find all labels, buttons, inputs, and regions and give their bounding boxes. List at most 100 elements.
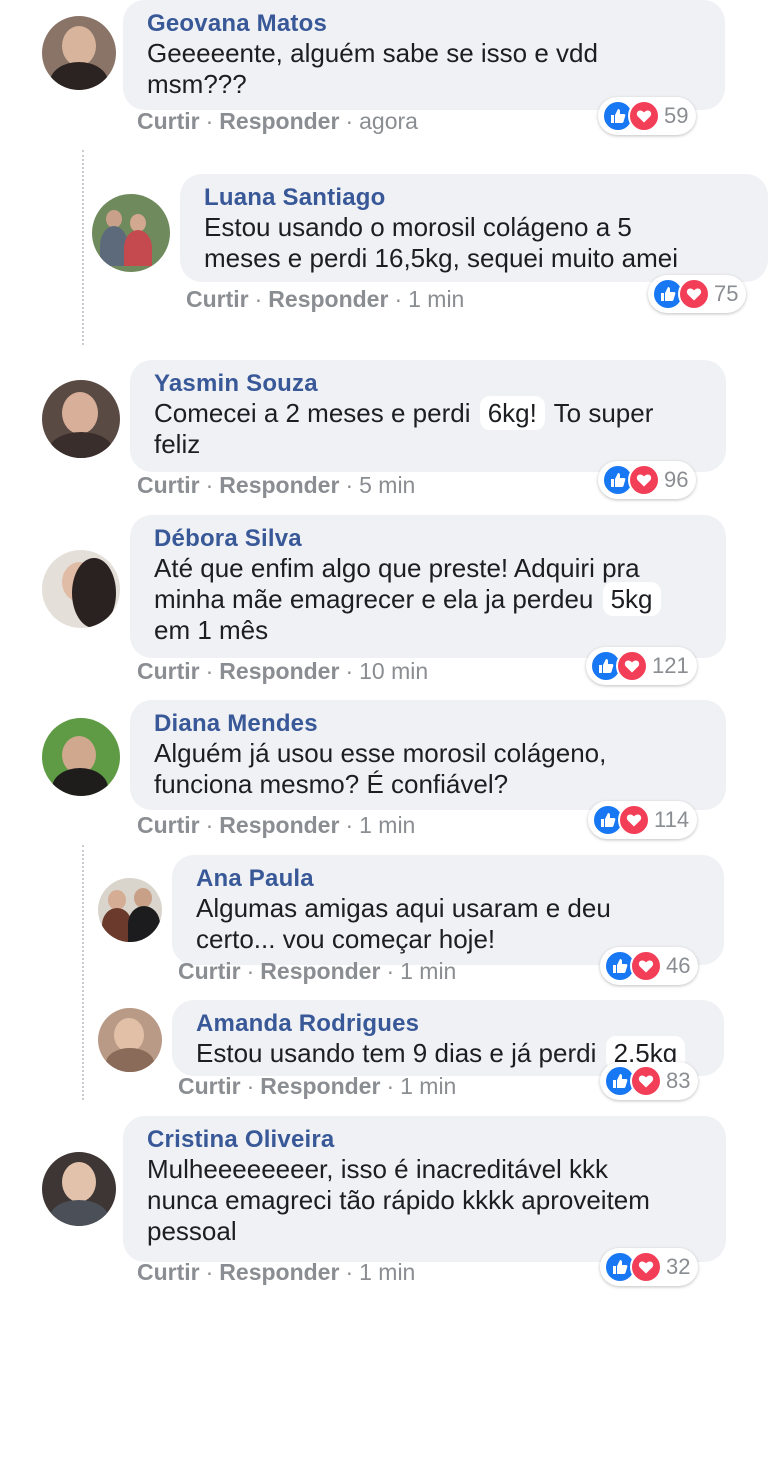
separator: · xyxy=(386,958,395,984)
avatar[interactable] xyxy=(42,1152,116,1226)
reply-button[interactable]: Responder xyxy=(268,286,388,312)
comment-actions: Curtir · Responder · 1 min xyxy=(186,285,464,313)
comment-bubble: Diana Mendes Alguém já usou esse morosil… xyxy=(130,700,726,810)
separator: · xyxy=(205,1259,214,1285)
reaction-count: 32 xyxy=(666,1254,691,1279)
comment-bubble: Débora Silva Até que enfim algo que pres… xyxy=(130,515,726,658)
comment-author[interactable]: Débora Silva xyxy=(154,525,708,553)
avatar[interactable] xyxy=(98,1008,162,1072)
separator: · xyxy=(345,658,354,684)
comment-text-part: Até que enfim algo que preste! Adquiri p… xyxy=(154,553,640,614)
reaction-count: 114 xyxy=(654,807,690,832)
love-reaction-icon xyxy=(618,804,650,836)
separator: · xyxy=(345,108,354,134)
reaction-count: 96 xyxy=(664,467,689,492)
like-button[interactable]: Curtir xyxy=(137,108,200,134)
thread-line xyxy=(82,150,84,345)
comment-time: 1 min xyxy=(400,1073,457,1099)
reaction-count: 83 xyxy=(666,1068,691,1093)
reactions-pill[interactable]: 46 xyxy=(600,947,699,985)
reply-button[interactable]: Responder xyxy=(219,1259,339,1285)
separator: · xyxy=(394,286,403,312)
comment-text: Comecei a 2 meses e perdi 6kg! To super … xyxy=(154,396,708,460)
reaction-count: 59 xyxy=(664,103,689,128)
reply-button[interactable]: Responder xyxy=(219,472,339,498)
comment-bubble: Yasmin Souza Comecei a 2 meses e perdi 6… xyxy=(130,360,726,472)
comment-actions: Curtir · Responder · 5 min xyxy=(137,471,415,499)
comment-actions: Curtir · Responder · 1 min xyxy=(137,1258,415,1286)
avatar[interactable] xyxy=(42,718,120,796)
comment-text: Até que enfim algo que preste! Adquiri p… xyxy=(154,553,708,646)
avatar[interactable] xyxy=(42,380,120,458)
reactions-pill[interactable]: 75 xyxy=(648,275,747,313)
reactions-pill[interactable]: 121 xyxy=(586,647,697,685)
avatar[interactable] xyxy=(42,16,116,90)
comment-bubble: Geovana Matos Geeeeente, alguém sabe se … xyxy=(123,0,725,110)
thread-line xyxy=(82,845,84,1100)
reactions-pill[interactable]: 83 xyxy=(600,1062,699,1100)
reaction-count: 121 xyxy=(652,653,689,678)
reply-button[interactable]: Responder xyxy=(260,1073,380,1099)
comment-author[interactable]: Luana Santiago xyxy=(204,184,750,212)
separator: · xyxy=(246,958,255,984)
comment-actions: Curtir · Responder · agora xyxy=(137,107,418,135)
reactions-pill[interactable]: 32 xyxy=(600,1248,699,1286)
love-reaction-icon xyxy=(630,1065,662,1097)
comment-text: Estou usando o morosil colágeno a 5 mese… xyxy=(204,212,679,273)
reply-button[interactable]: Responder xyxy=(219,108,339,134)
reactions-pill[interactable]: 114 xyxy=(588,801,698,839)
comment-text-part: em 1 mês xyxy=(154,615,269,645)
comment-time: 1 min xyxy=(359,812,416,838)
comment-text: Geeeeente, alguém sabe se isso e vdd msm… xyxy=(147,38,598,99)
separator: · xyxy=(205,812,214,838)
comment-bubble: Cristina Oliveira Mulheeeeeeeer, isso é … xyxy=(123,1116,726,1262)
reactions-pill[interactable]: 59 xyxy=(598,97,697,135)
avatar[interactable] xyxy=(42,550,120,628)
comment-time: 5 min xyxy=(359,472,416,498)
comment-actions: Curtir · Responder · 1 min xyxy=(178,957,456,985)
separator: · xyxy=(205,658,214,684)
separator: · xyxy=(246,1073,255,1099)
reply-button[interactable]: Responder xyxy=(260,958,380,984)
reactions-pill[interactable]: 96 xyxy=(598,461,697,499)
like-button[interactable]: Curtir xyxy=(186,286,249,312)
comment-time: agora xyxy=(359,108,418,134)
separator: · xyxy=(345,472,354,498)
comment-text-part: Estou usando tem 9 dias e já perdi xyxy=(196,1038,597,1068)
like-button[interactable]: Curtir xyxy=(178,958,241,984)
love-reaction-icon xyxy=(630,950,662,982)
comment-author[interactable]: Diana Mendes xyxy=(154,710,708,738)
comment-author[interactable]: Cristina Oliveira xyxy=(147,1126,708,1154)
highlighted-weight: 5kg xyxy=(602,582,661,616)
love-reaction-icon xyxy=(630,1251,662,1283)
comment-text: Algumas amigas aqui usaram e deu certo..… xyxy=(196,893,611,954)
love-reaction-icon xyxy=(628,464,660,496)
avatar[interactable] xyxy=(92,194,170,272)
comment-time: 10 min xyxy=(359,658,429,684)
comment-actions: Curtir · Responder · 10 min xyxy=(137,657,428,685)
comment-author[interactable]: Amanda Rodrigues xyxy=(196,1010,706,1038)
separator: · xyxy=(254,286,263,312)
like-button[interactable]: Curtir xyxy=(137,812,200,838)
reaction-count: 75 xyxy=(714,281,739,306)
like-button[interactable]: Curtir xyxy=(137,658,200,684)
like-button[interactable]: Curtir xyxy=(137,472,200,498)
comment-time: 1 min xyxy=(400,958,457,984)
comment-actions: Curtir · Responder · 1 min xyxy=(178,1072,456,1100)
comment-text: Mulheeeeeeeer, isso é inacreditável kkk … xyxy=(147,1154,650,1246)
comment-text-part: Comecei a 2 meses e perdi xyxy=(154,398,471,428)
like-button[interactable]: Curtir xyxy=(137,1259,200,1285)
comment-time: 1 min xyxy=(359,1259,416,1285)
love-reaction-icon xyxy=(616,650,648,682)
love-reaction-icon xyxy=(628,100,660,132)
comment-time: 1 min xyxy=(408,286,465,312)
comment-text: Alguém já usou esse morosil colágeno, fu… xyxy=(154,738,607,799)
reply-button[interactable]: Responder xyxy=(219,658,339,684)
avatar[interactable] xyxy=(98,878,162,942)
comment-author[interactable]: Yasmin Souza xyxy=(154,370,708,398)
comment-author[interactable]: Ana Paula xyxy=(196,865,706,893)
reply-button[interactable]: Responder xyxy=(219,812,339,838)
comment-author[interactable]: Geovana Matos xyxy=(147,10,707,38)
like-button[interactable]: Curtir xyxy=(178,1073,241,1099)
highlighted-weight: 6kg! xyxy=(479,396,545,430)
